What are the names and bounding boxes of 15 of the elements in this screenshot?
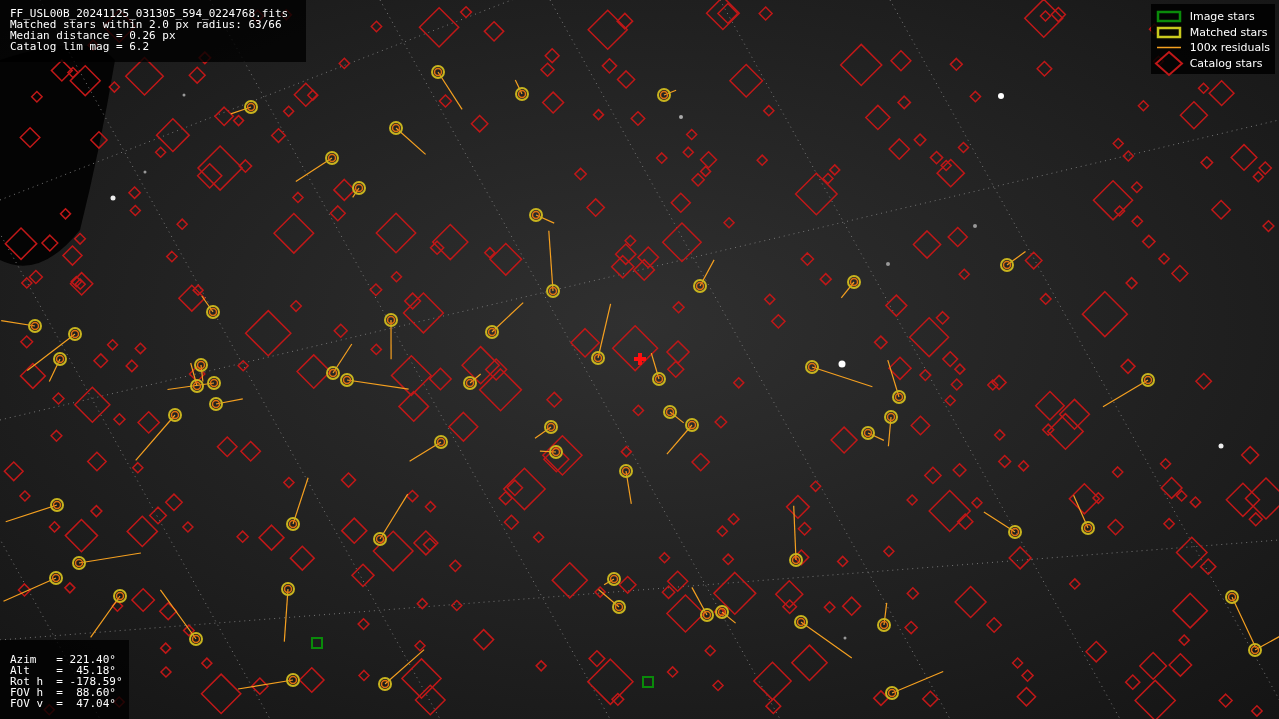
diamond-icon (1154, 50, 1184, 77)
legend-label: Image stars (1189, 10, 1255, 24)
legend-label: Catalog stars (1189, 56, 1263, 70)
info-text: FOV h = 88.60° (10, 687, 117, 698)
info-text: Alt = 45.18° (10, 665, 117, 676)
info-text: Rot h = -178.59° (10, 676, 119, 687)
info-text: FOV v = 47.04° (10, 698, 117, 709)
legend-label: 100x residuals (1189, 41, 1270, 55)
info-text: Azim = 221.40° (10, 654, 117, 665)
info-text: Median distance = 0.26 px (10, 30, 176, 41)
line-icon (1155, 47, 1182, 49)
legend-label: Matched stars (1189, 25, 1268, 39)
info-text: FF_USL00B_20241125_031305_594_0224768.fits (10, 8, 290, 19)
info-text: Matched stars within 2.0 px radius: 63/66 (10, 19, 282, 30)
info-text: Catalog lim mag = 6.2 (10, 41, 151, 52)
